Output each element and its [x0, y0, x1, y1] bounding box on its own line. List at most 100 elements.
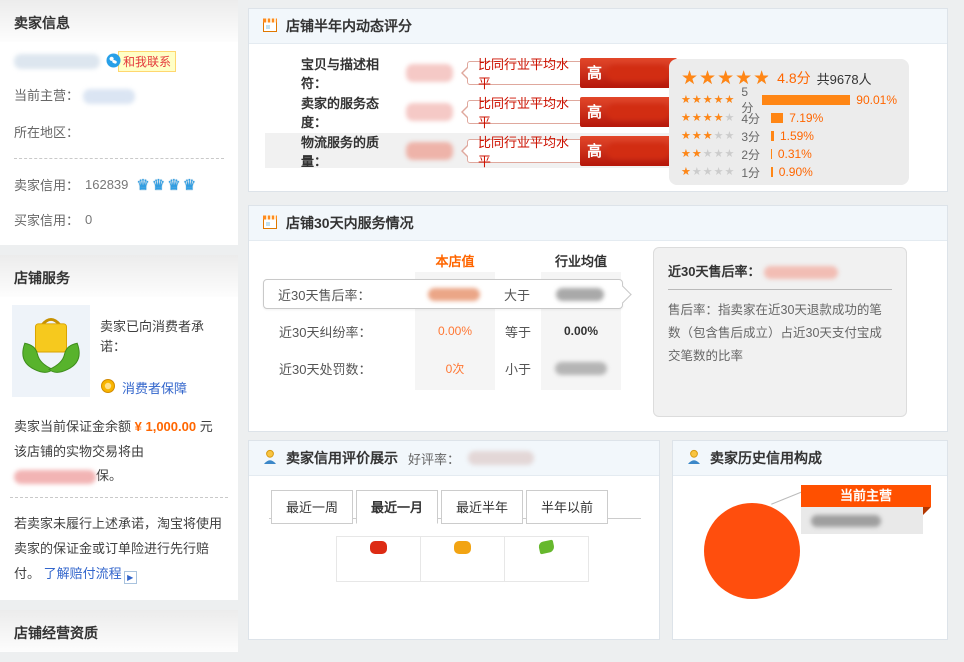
history-panel: 卖家历史信用构成 当前主营 — [672, 440, 948, 640]
deposit-line2-prefix: 该店铺的实物交易将由 — [14, 444, 144, 459]
dist-label: 2分 — [741, 146, 765, 163]
negative-icon — [538, 540, 555, 555]
compare-pct-redacted — [607, 65, 669, 81]
shop-value-redacted — [428, 288, 480, 301]
dist-percent: 1.59% — [780, 129, 814, 143]
seller-name-redacted — [14, 54, 100, 69]
higher-badge: 高 — [587, 62, 602, 83]
industry-value-redacted — [555, 362, 607, 375]
compare-bubble: 比同行业平均水平 高 — [467, 100, 677, 124]
compare-text: 比同行业平均水平 — [478, 54, 571, 92]
dist-bar — [771, 167, 772, 177]
good-rate-redacted — [468, 451, 534, 465]
praise-icon — [370, 541, 387, 554]
service-panel: 店铺30天内服务情况 本店值 行业均值 近30天售后率： 大于 近30天纠纷率：… — [248, 205, 948, 432]
seller-info-card: 卖家信息 和我联系 当前主营： 所在地区： 卖家信用： 162839 ♛♛♛♛ — [0, 0, 238, 245]
current-business-ribbon: 当前主营 — [801, 485, 931, 507]
divider — [10, 497, 228, 498]
dsr-row-service: 卖家的服务态度： 比同行业平均水平 高 — [265, 94, 677, 129]
dispute-rate-row: 近30天纠纷率： 0.00% 等于 0.00% — [265, 316, 623, 346]
deposit-unit: 元 — [200, 419, 213, 434]
industry-value: 0.00% — [541, 324, 621, 338]
dsr-row-description: 宝贝与描述相符： 比同行业平均水平 高 — [265, 55, 677, 90]
tooltip-title: 近30天售后率： — [668, 264, 760, 279]
good-rating-cell — [336, 536, 421, 582]
rating-count: 共9678人 — [817, 69, 872, 88]
seller-credit-row: 卖家信用： 162839 ♛♛♛♛ — [14, 167, 224, 202]
dsr-panel: 店铺半年内动态评分 宝贝与描述相符： 比同行业平均水平 高 卖家的服务态度： 比… — [248, 8, 948, 192]
dist-row-4: ★★★★★★★★★★ 4分 7.19% — [681, 109, 897, 127]
dist-bar — [771, 149, 772, 159]
relation: 等于 — [495, 322, 541, 341]
qualification-title: 店铺经营资质 — [0, 610, 238, 652]
higher-badge: 高 — [587, 140, 602, 161]
region-row: 所在地区： — [14, 113, 224, 150]
compensation-note: 若卖家未履行上述承诺，淘宝将使用卖家的保证金或订单险进行先行赔付。 了解赔付流程… — [0, 504, 238, 600]
tab-last-half-year[interactable]: 最近半年 — [441, 490, 523, 524]
rating-tabs: 最近一周最近一月最近半年半年以前 — [269, 489, 641, 519]
deposit-prefix: 卖家当前保证金余额 — [14, 419, 131, 434]
penalty-count-row: 近30天处罚数： 0次 小于 — [265, 353, 623, 383]
dist-percent: 7.19% — [789, 111, 823, 125]
compare-text: 比同行业平均水平 — [478, 132, 571, 170]
tab-last-week[interactable]: 最近一周 — [271, 490, 353, 524]
contact-me-button[interactable]: 和我联系 — [118, 51, 176, 72]
dist-bar — [771, 131, 774, 141]
dsr-row-label: 物流服务的质量： — [301, 132, 400, 170]
region-label: 所在地区： — [14, 125, 79, 140]
dist-bar — [771, 113, 783, 123]
overall-score: 4.8分 — [777, 68, 810, 88]
shop-value: 0次 — [415, 360, 495, 377]
row-label: 近30天售后率： — [264, 285, 414, 304]
seller-credit-label: 卖家信用： — [14, 175, 79, 194]
relation: 小于 — [495, 359, 541, 378]
star-rating: ★★★★★★★★★★ — [681, 113, 735, 124]
compare-bubble: 比同行业平均水平 高 — [467, 61, 677, 85]
service-header-row: 本店值 行业均值 — [265, 248, 623, 272]
overall-star-rating: ★★★★★★★★★★ — [681, 69, 771, 88]
dist-percent: 0.31% — [778, 147, 812, 161]
star-rating: ★★★★★★★★★★ — [681, 95, 735, 106]
rating-panel: 卖家信用评价展示 好评率： 最近一周最近一月最近半年半年以前 — [248, 440, 660, 640]
rating-panel-title: 卖家信用评价展示 — [286, 448, 398, 468]
tab-before-half-year[interactable]: 半年以前 — [526, 490, 608, 524]
person-icon — [686, 449, 702, 468]
dist-row-1: ★★★★★★★★★★ 1分 0.90% — [681, 163, 897, 181]
play-icon[interactable]: ▶ — [124, 571, 137, 584]
tab-last-month[interactable]: 最近一月 — [356, 490, 438, 524]
row-label: 近30天处罚数： — [265, 359, 415, 378]
dsr-score-redacted — [406, 103, 453, 121]
main-business-redacted — [83, 89, 135, 104]
wangwang-icon — [106, 53, 121, 71]
history-panel-title: 卖家历史信用构成 — [710, 448, 822, 468]
credit-history-pie — [704, 503, 800, 599]
crown-icons: ♛♛♛♛ — [136, 176, 198, 194]
current-business-redacted — [811, 515, 881, 527]
relation: 大于 — [494, 285, 540, 304]
compensation-link[interactable]: 了解赔付流程 — [44, 566, 122, 581]
seller-credit-value: 162839 — [85, 177, 128, 192]
buyer-credit-value: 0 — [85, 212, 92, 227]
storefront-icon — [262, 214, 278, 233]
industry-value-redacted — [556, 288, 604, 301]
dsr-row-label: 宝贝与描述相符： — [301, 54, 400, 92]
divider — [14, 158, 224, 159]
deposit-text: 卖家当前保证金余额 ¥ 1,000.00 元 该店铺的实物交易将由保。 — [0, 403, 238, 491]
current-business-value-box — [801, 507, 923, 534]
promise-text: 卖家已向消费者承诺： — [100, 305, 226, 356]
aftersale-rate-row[interactable]: 近30天售后率： 大于 — [263, 279, 623, 309]
industry-col-header: 行业均值 — [541, 251, 621, 270]
dsr-score-redacted — [406, 142, 453, 160]
dist-row-5: ★★★★★★★★★★ 5分 90.01% — [681, 91, 897, 109]
tooltip-value-redacted — [764, 266, 838, 279]
shop-service-title: 店铺服务 — [0, 255, 238, 297]
dist-row-3: ★★★★★★★★★★ 3分 1.59% — [681, 127, 897, 145]
medal-icon — [100, 378, 116, 397]
good-rate-label: 好评率： — [408, 449, 460, 468]
dsr-panel-title: 店铺半年内动态评分 — [286, 16, 412, 36]
aftersale-tooltip: 近30天售后率： 售后率：指卖家在近30天退款成功的笔数（包含售后成立）占近30… — [653, 247, 907, 417]
consumer-protection-link[interactable]: 消费者保障 — [122, 378, 187, 397]
deposit-line2-suffix: 保。 — [96, 468, 122, 483]
dist-percent: 90.01% — [856, 93, 897, 107]
dist-label: 4分 — [741, 110, 765, 127]
